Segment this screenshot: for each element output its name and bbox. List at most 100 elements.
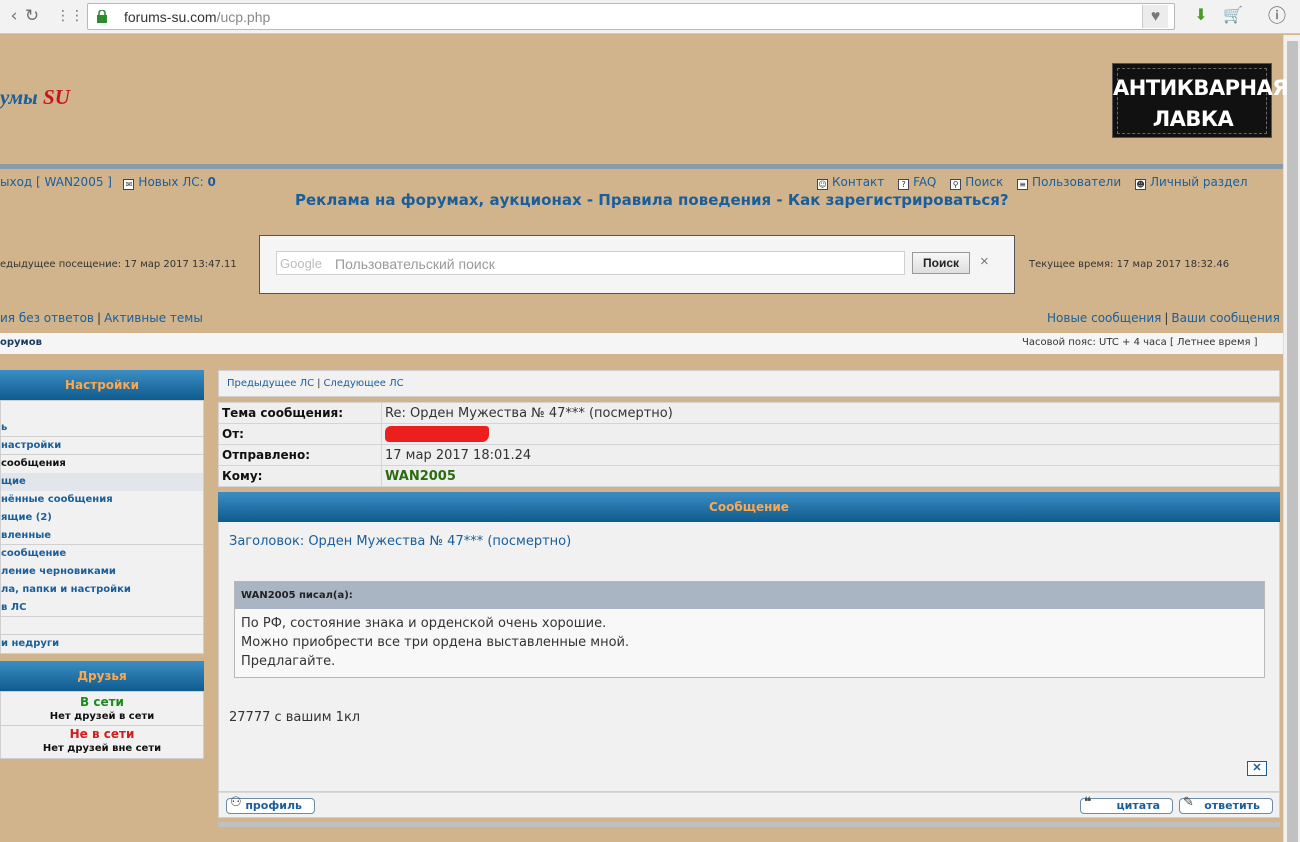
post-buttons: ⚇ профиль ❝ цитата ✎ ответить: [218, 792, 1280, 818]
reply-icon: ✎: [1183, 795, 1194, 810]
search-link[interactable]: ⚲ Поиск: [950, 175, 1003, 190]
quote-line: Предлагайте.: [241, 654, 336, 669]
download-extension-icon[interactable]: ⬇: [1190, 5, 1212, 27]
pm-icon: ✉: [123, 179, 135, 190]
ucp-sidebar: Настройки ь настройки сообщения щие нённые с…: [0, 370, 204, 759]
settings-menu: ь настройки сообщения щие нённые сообщения ящ…: [0, 400, 204, 654]
sent-row: Отправлено: 17 мар 2017 18:01.24: [218, 444, 1280, 466]
sent-value: 17 мар 2017 18:01.24: [381, 444, 1280, 466]
quote-button[interactable]: ❝ цитата: [1080, 796, 1173, 814]
banner-line1: АНТИКВАРНАЯ: [1113, 76, 1289, 100]
quote-line: Можно приобрести все три ордена выставле…: [241, 635, 630, 650]
members-link[interactable]: ≡ Пользователи: [1017, 175, 1121, 190]
sidebar-item[interactable]: ь: [1, 419, 203, 437]
to-label: Кому:: [218, 465, 382, 487]
search-button[interactable]: Поиск: [912, 252, 970, 274]
new-posts-link[interactable]: Новые сообщения: [1047, 311, 1161, 325]
header-divider: [0, 164, 1283, 169]
logout-link[interactable]: ыход [ WAN2005 ]: [0, 175, 112, 189]
active-topics-link[interactable]: Активные темы: [104, 311, 203, 325]
sidebar-item[interactable]: и недруги: [1, 635, 203, 653]
faq-link[interactable]: ? FAQ: [898, 175, 936, 190]
sent-label: Отправлено:: [218, 444, 382, 466]
top-right-nav: ☺ Контакт ? FAQ ⚲ Поиск ≡ Пользователи ☻ Личн…: [817, 175, 1258, 190]
friends-header: Друзья: [0, 661, 204, 691]
sidebar-item[interactable]: в ЛС: [1, 599, 203, 617]
apps-grid-icon[interactable]: ⋮⋮: [56, 6, 84, 26]
sidebar-item[interactable]: нённые сообщения: [1, 491, 203, 509]
url-text: forums-su.com/ucp.php: [124, 9, 271, 25]
sidebar-item[interactable]: [1, 617, 203, 635]
sidebar-item[interactable]: ла, папки и настройки: [1, 581, 203, 599]
browser-toolbar: ‹ ↻ ⋮⋮ forums-su.com/ucp.php ♥ ⬇ 🛒 ⓘ: [0, 0, 1300, 34]
your-posts-link[interactable]: Ваши сообщения: [1171, 311, 1279, 325]
from-label: От:: [218, 423, 382, 445]
message-text: 27777 с вашим 1кл: [229, 710, 361, 725]
sidebar-item[interactable]: ление черновиками: [1, 563, 203, 581]
ucp-icon: ☻: [1134, 179, 1146, 190]
close-icon[interactable]: ×: [980, 253, 989, 270]
contact-link[interactable]: ☺ Контакт: [817, 175, 884, 190]
to-value[interactable]: WAN2005: [381, 465, 1280, 487]
message-header: Сообщение: [218, 492, 1280, 522]
settings-header: Настройки: [0, 370, 204, 400]
online-note: Нет друзей в сети: [1, 710, 203, 726]
members-icon: ≡: [1017, 179, 1029, 190]
friends-panel: В сети Нет друзей в сети Не в сети Нет д…: [0, 691, 204, 759]
forum-index-link[interactable]: орумов: [0, 337, 42, 348]
back-arrow-icon[interactable]: ‹: [4, 6, 24, 26]
to-row: Кому: WAN2005: [218, 465, 1280, 487]
scrollbar-thumb[interactable]: [1287, 41, 1298, 842]
unanswered-link[interactable]: ия без ответов: [0, 311, 94, 325]
contact-icon: ☺: [817, 179, 828, 190]
user-nav: ыход [ WAN2005 ] ✉ Новых ЛС: 0: [0, 175, 216, 190]
previous-visit: едыдущее посещение: 17 мар 2017 13:47.11: [0, 259, 237, 270]
ucp-link[interactable]: ☻ Личный раздел: [1134, 175, 1248, 190]
sidebar-item[interactable]: вленные: [1, 527, 203, 545]
quote-author: WAN2005 писал(а):: [235, 582, 1264, 609]
address-bar[interactable]: forums-su.com/ucp.php ♥: [87, 3, 1175, 30]
from-value: [381, 423, 1280, 445]
offline-label: Не в сети: [69, 727, 135, 741]
pm-view: Предыдущее ЛС | Следующее ЛС Тема сообщени…: [218, 370, 1280, 827]
reload-icon[interactable]: ↻: [22, 6, 42, 26]
prev-pm-link[interactable]: Предыдущее ЛС: [227, 378, 314, 389]
message-body: Заголовок: Орден Мужества № 47*** (посме…: [218, 522, 1280, 792]
quote-block: WAN2005 писал(а): По РФ, состояние знака…: [234, 581, 1265, 678]
rules-links[interactable]: Реклама на форумах, аукционах - Правила …: [295, 191, 1009, 209]
reply-button[interactable]: ✎ ответить: [1179, 795, 1273, 814]
current-time: Текущее время: 17 мар 2017 18:32.46: [1029, 259, 1230, 270]
downloads-status-icon[interactable]: ⓘ: [1266, 5, 1288, 27]
sidebar-item[interactable]: [1, 401, 203, 419]
cart-extension-icon[interactable]: 🛒: [1222, 5, 1244, 27]
next-pm-link[interactable]: Следующее ЛС: [323, 378, 403, 389]
sidebar-item[interactable]: сообщения: [1, 455, 203, 473]
report-icon[interactable]: ✕: [1247, 761, 1267, 776]
antique-shop-banner[interactable]: АНТИКВАРНАЯ ЛАВКА: [1112, 63, 1289, 138]
sidebar-item[interactable]: щие: [1, 473, 203, 491]
redacted-sender: [385, 426, 489, 442]
subject-row: Тема сообщения: Re: Орден Мужества № 47*…: [218, 402, 1280, 424]
search-icon: ⚲: [950, 179, 962, 190]
breadcrumb: орумов Часовой пояс: UTC + 4 часа [ Летн…: [0, 333, 1283, 354]
faq-icon: ?: [898, 179, 910, 190]
sidebar-item[interactable]: сообщение: [1, 545, 203, 563]
profile-button[interactable]: ⚇ профиль: [226, 795, 315, 814]
search-input[interactable]: Google Пользовательский поиск: [276, 251, 905, 275]
subject-label: Тема сообщения:: [218, 402, 382, 424]
sidebar-item[interactable]: ящие (2): [1, 509, 203, 527]
new-pm-link[interactable]: Новых ЛС: 0: [138, 175, 215, 189]
pm-header-table: Тема сообщения: Re: Орден Мужества № 47*…: [218, 402, 1280, 487]
from-row: От:: [218, 423, 1280, 445]
timezone-info: Часовой пояс: UTC + 4 часа [ Летнее врем…: [1022, 337, 1258, 348]
profile-icon: ⚇: [230, 795, 242, 810]
offline-note: Нет друзей вне сети: [42, 743, 162, 754]
page-scrollbar[interactable]: [1283, 35, 1300, 842]
bottom-divider: [218, 822, 1280, 827]
quote-line: По РФ, состояние знака и орденской очень…: [241, 616, 607, 631]
banner-line2: ЛАВКА: [1152, 107, 1234, 131]
sidebar-item[interactable]: настройки: [1, 437, 203, 455]
message-title: Заголовок: Орден Мужества № 47*** (посме…: [229, 534, 572, 549]
favorite-heart-icon[interactable]: ♥: [1142, 5, 1168, 28]
site-logo-title[interactable]: умы SU: [0, 85, 70, 110]
